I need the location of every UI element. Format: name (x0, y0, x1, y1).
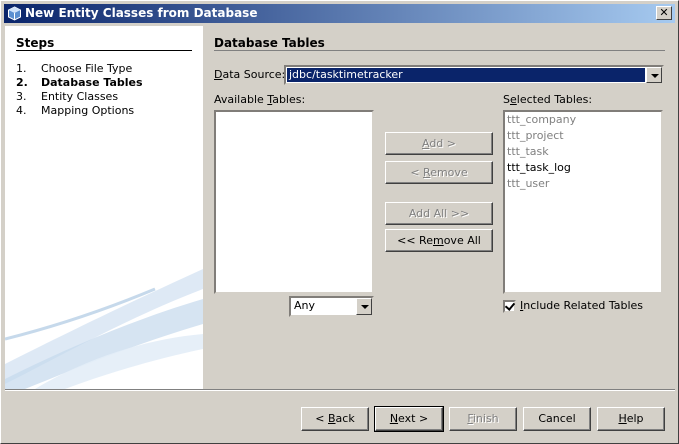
table-filter-combobox[interactable]: Any (289, 296, 374, 317)
list-item[interactable]: ttt_task (505, 144, 661, 160)
chevron-down-icon[interactable] (646, 67, 662, 83)
back-button[interactable]: < Back (301, 407, 369, 431)
footer-divider (5, 389, 675, 391)
available-tables-label: Available Tables: (214, 93, 306, 106)
finish-button[interactable]: Finish (449, 407, 517, 431)
close-icon[interactable]: ✕ (656, 6, 672, 20)
steps-panel: Steps 1. Choose File Type 2. Database Tabl… (5, 26, 203, 389)
remove-button[interactable]: < Remove (385, 161, 493, 184)
dialog-window: New Entity Classes from Database ✕ Steps… (0, 0, 679, 444)
step-item-choose-file-type: 1. Choose File Type (16, 62, 133, 75)
decorative-swoosh-graphic (5, 269, 203, 389)
panel-divider (214, 50, 665, 51)
data-source-label: Data Source: (214, 68, 286, 81)
add-button[interactable]: Add > (385, 132, 493, 155)
table-filter-value: Any (294, 299, 316, 312)
steps-list: 1. Choose File Type 2. Database Tables 3. E… (16, 62, 143, 118)
chevron-down-icon[interactable] (356, 298, 372, 315)
content-panel: Database Tables Data Source: jdbc/taskti… (203, 26, 675, 389)
help-button[interactable]: Help (597, 407, 665, 431)
step-item-mapping-options: 4. Mapping Options (16, 104, 135, 117)
list-item[interactable]: ttt_company (505, 112, 661, 128)
include-related-label[interactable]: Include Related Tables (520, 299, 643, 312)
data-source-combobox[interactable]: jdbc/tasktimetracker (284, 65, 664, 85)
steps-title: Steps (16, 36, 55, 50)
panel-title: Database Tables (214, 36, 325, 50)
data-source-value: jdbc/tasktimetracker (287, 68, 645, 82)
step-item-entity-classes: 3. Entity Classes (16, 90, 119, 103)
available-tables-list[interactable] (214, 110, 374, 294)
selected-tables-label: Selected Tables: (503, 93, 593, 106)
list-item[interactable]: ttt_project (505, 128, 661, 144)
window-title: New Entity Classes from Database (25, 6, 258, 20)
include-related-checkbox[interactable] (503, 300, 516, 313)
selected-tables-list[interactable]: ttt_company ttt_project ttt_task ttt_tas… (503, 110, 663, 294)
step-item-database-tables: 2. Database Tables (16, 76, 143, 89)
title-bar[interactable]: New Entity Classes from Database ✕ (4, 4, 675, 23)
list-item[interactable]: ttt_task_log (505, 160, 661, 176)
add-all-button[interactable]: Add All >> (385, 202, 493, 225)
netbeans-cube-icon (8, 6, 21, 21)
next-button[interactable]: Next > (374, 406, 444, 432)
list-item[interactable]: ttt_user (505, 176, 661, 192)
steps-divider (16, 50, 192, 51)
remove-all-button[interactable]: << Remove All (385, 229, 493, 252)
cancel-button[interactable]: Cancel (523, 407, 591, 431)
